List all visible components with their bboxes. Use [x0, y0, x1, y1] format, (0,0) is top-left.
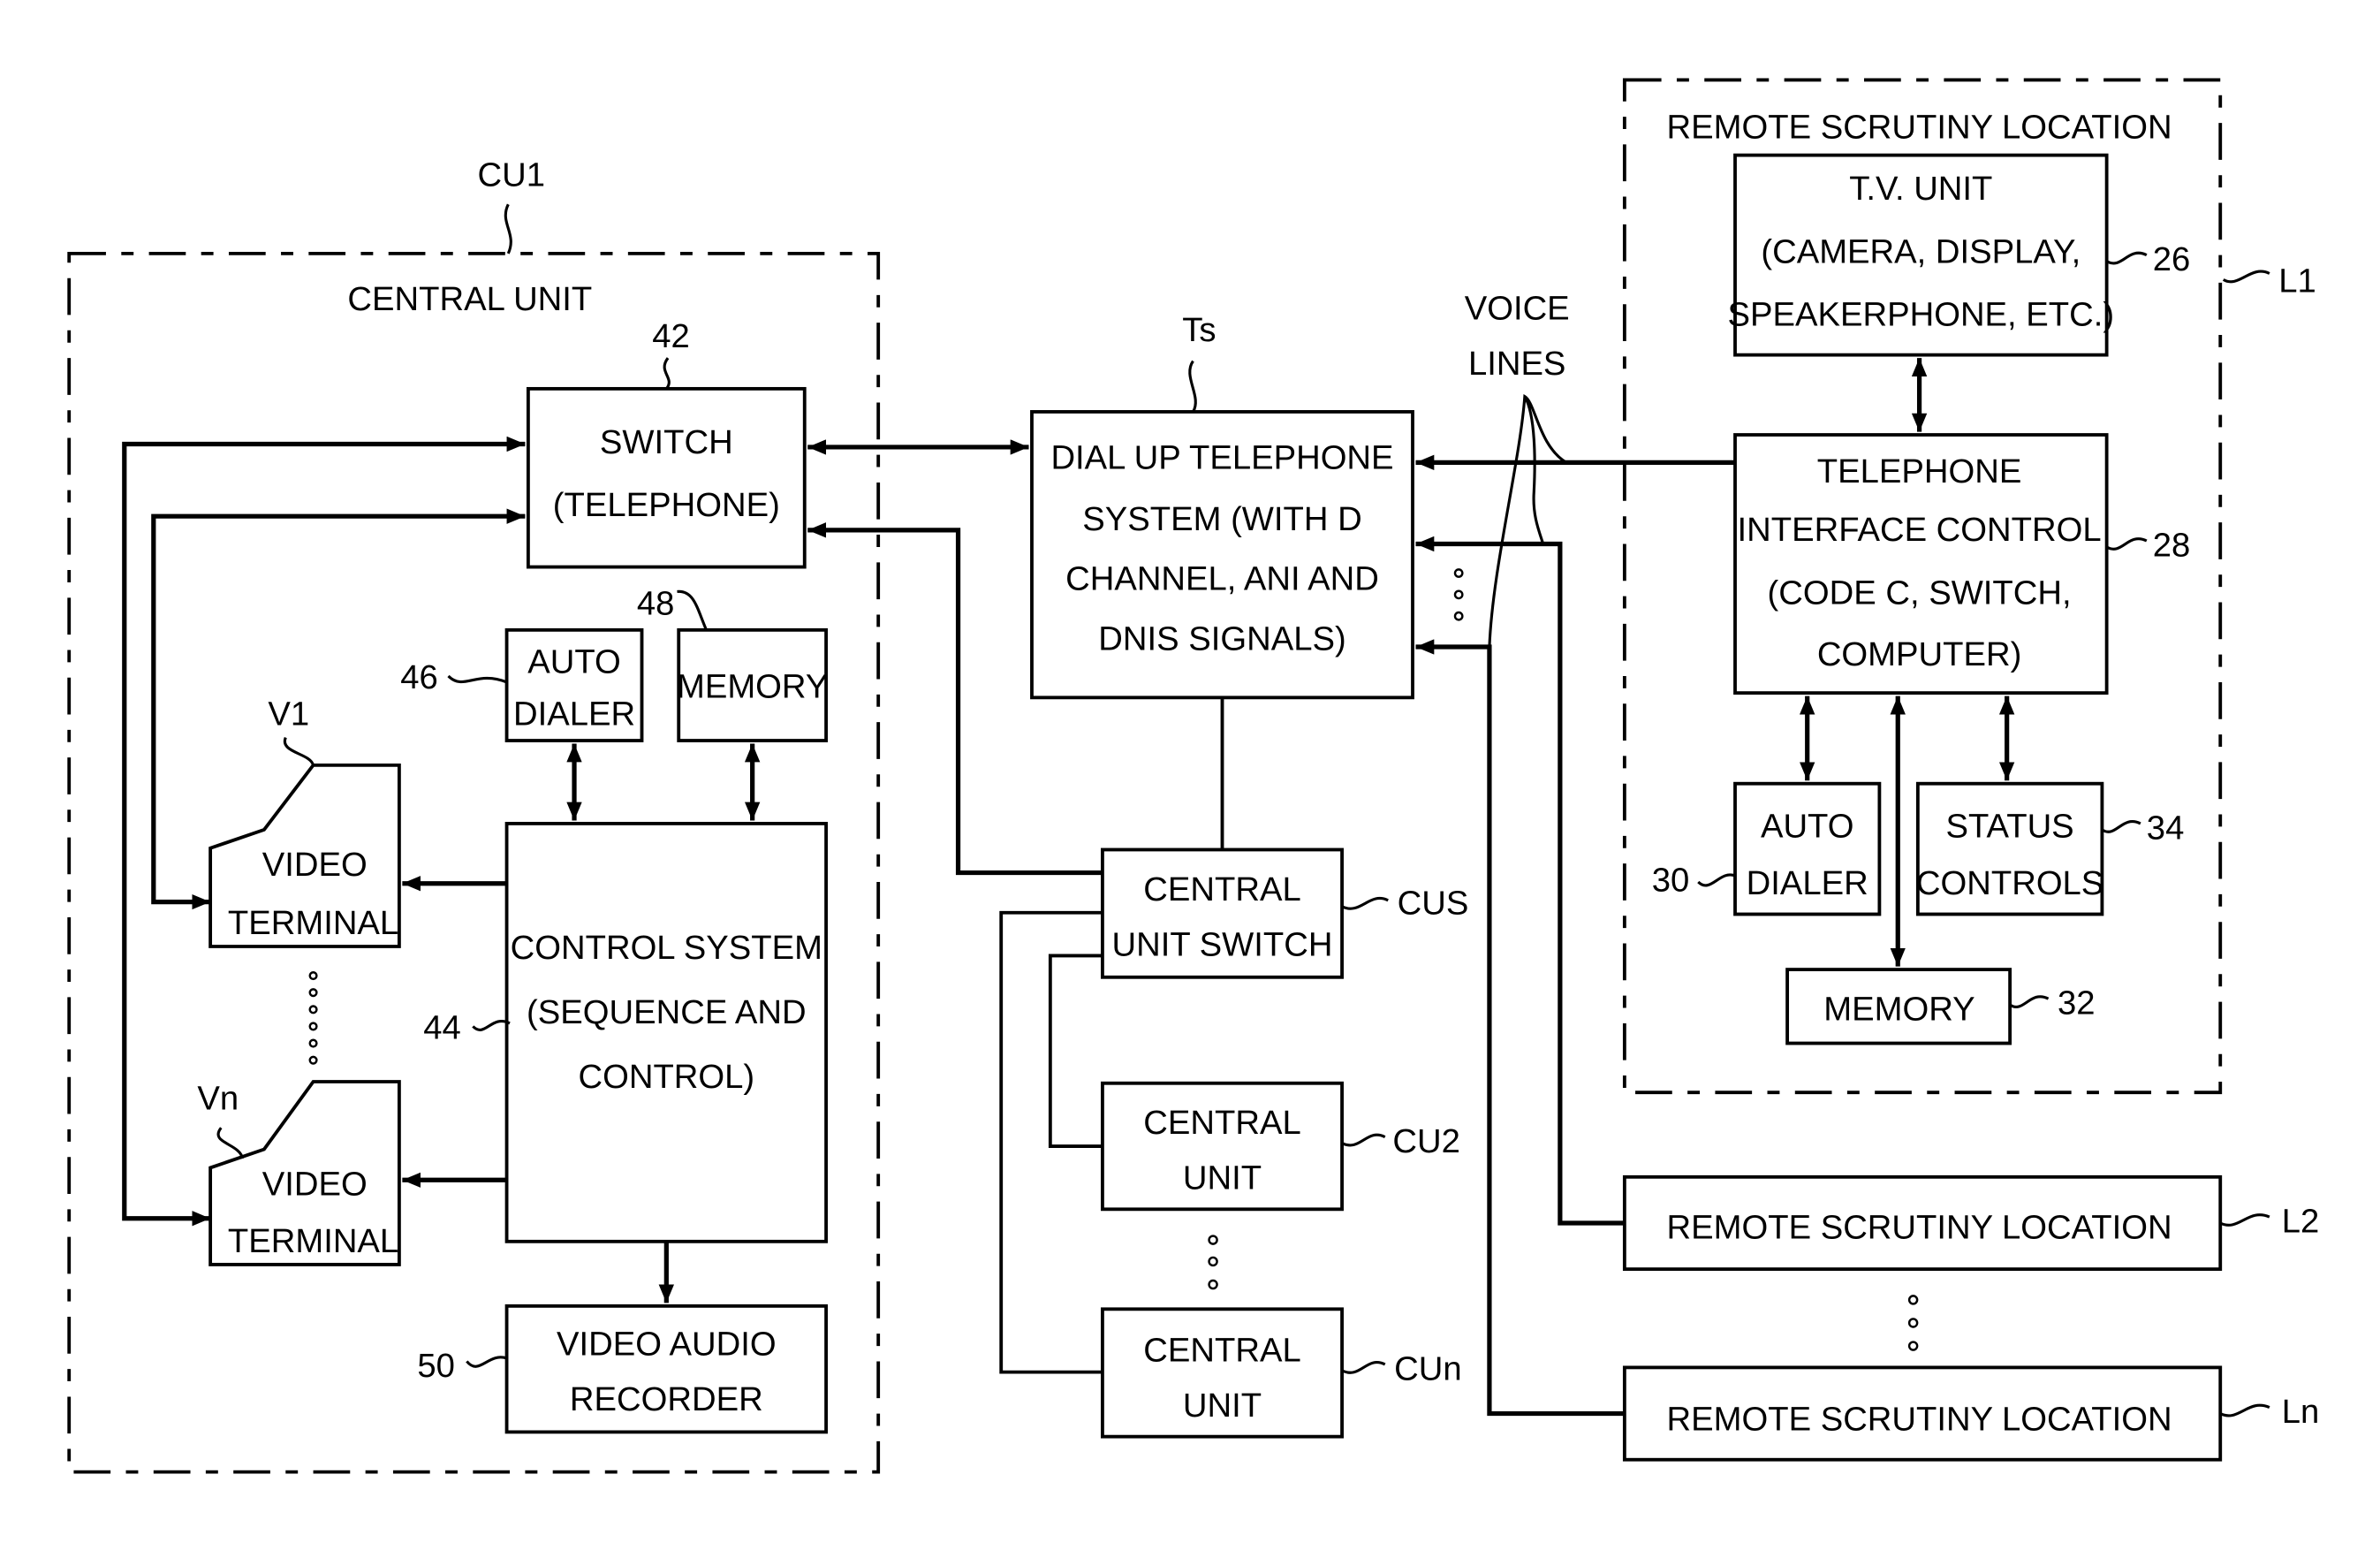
auto-dialer-46-ref: 46 [400, 658, 438, 696]
control-system-leader [472, 1020, 511, 1031]
telephone-system-line3: CHANNEL, ANI AND [1065, 560, 1379, 598]
interface-control-line4: COMPUTER) [1817, 635, 2021, 673]
cun-ref: CUn [1394, 1349, 1461, 1387]
status-controls-line2: CONTROLS [1916, 864, 2103, 902]
interface-control-leader [2105, 537, 2148, 551]
cus-ref: CUS [1398, 884, 1469, 922]
tv-unit-line1: T.V. UNIT [1849, 170, 1992, 208]
remote-location-1-group: REMOTE SCRUTINY LOCATION L1 T.V. UNIT (C… [1622, 78, 2316, 1095]
voice-lines-ellipsis [1453, 568, 1464, 621]
cu2-ref: CU2 [1392, 1122, 1459, 1160]
status-controls-leader [2101, 820, 2141, 833]
control-system-line2: (SEQUENCE AND [527, 993, 807, 1031]
video-terminal-v1-ref: V1 [268, 695, 309, 733]
auto-dialer-30-ref: 30 [1652, 861, 1690, 899]
remote-location-2-label: REMOTE SCRUTINY LOCATION [1667, 1208, 2172, 1246]
central-unit-group: CU1 CENTRAL UNIT 42 SWITCH (TELEPHONE) A… [67, 156, 881, 1474]
video-terminal-vn-line1: VIDEO [262, 1166, 368, 1204]
cu2-line1: CENTRAL [1143, 1104, 1300, 1142]
switch-ref-label: 42 [652, 317, 690, 355]
memory-32-leader [2009, 995, 2050, 1008]
remote-location-n-group: REMOTE SCRUTINY LOCATION Ln [1622, 1365, 2320, 1462]
central-unit-switch-group: CENTRAL UNIT SWITCH CUS CENTRAL UNIT CU2… [999, 847, 1469, 1439]
interface-control-line2: INTERFACE CONTROL [1738, 511, 2102, 549]
auto-dialer-30-line2: DIALER [1747, 864, 1868, 902]
auto-dialer-30-line1: AUTO [1761, 808, 1854, 846]
tv-unit-line3: SPEAKERPHONE, ETC.) [1728, 296, 2115, 334]
cus-to-cu2-link [1048, 954, 1103, 1148]
voice-lines-brace [1488, 393, 1567, 648]
voice-line-ln [1415, 639, 1625, 1417]
remote-location-1-ref: L1 [2278, 262, 2316, 300]
tv-unit-ref: 26 [2153, 240, 2191, 278]
tv-unit-leader [2105, 251, 2148, 265]
switch-label-line2: (TELEPHONE) [553, 486, 780, 524]
memory-32-label: MEMORY [1823, 990, 1974, 1028]
cus-leader [1341, 897, 1389, 910]
video-terminal-vn-ref: Vn [197, 1079, 239, 1117]
status-controls-line1: STATUS [1946, 808, 2074, 846]
telephone-system-line1: DIAL UP TELEPHONE [1050, 438, 1393, 476]
switch-telephone-box [526, 386, 807, 569]
system-block-diagram: CU1 CENTRAL UNIT 42 SWITCH (TELEPHONE) A… [67, 78, 2320, 1474]
central-unit-ref-leader [504, 203, 512, 255]
cus-line1: CENTRAL [1143, 870, 1300, 908]
voice-lines-line1: VOICE [1465, 290, 1570, 328]
telephone-system-line4: DNIS SIGNALS) [1098, 619, 1345, 657]
telephone-system-group: DIAL UP TELEPHONE SYSTEM (WITH D CHANNEL… [1030, 311, 1414, 700]
telephone-system-line2: SYSTEM (WITH D [1082, 500, 1361, 538]
tv-unit-line2: (CAMERA, DISPLAY, [1761, 232, 2081, 270]
cun-line1: CENTRAL [1143, 1331, 1300, 1369]
central-unit-ellipsis [1208, 1235, 1218, 1290]
video-terminal-v1-line2: TERMINAL [228, 904, 398, 942]
control-system-line3: CONTROL) [579, 1058, 755, 1096]
remote-location-n-ref: Ln [2282, 1393, 2320, 1431]
video-terminal-v1-leader [283, 736, 315, 766]
memory-48-label: MEMORY [677, 667, 828, 705]
control-system-ref: 44 [423, 1008, 461, 1046]
memory-48-leader [677, 589, 708, 631]
cu2-leader [1341, 1133, 1386, 1147]
remote-location-ellipsis [1907, 1295, 1919, 1351]
remote-location-2-leader [2219, 1213, 2270, 1227]
remote-location-2-ref: L2 [2282, 1202, 2320, 1240]
auto-dialer-46-line1: AUTO [527, 643, 621, 681]
telephone-system-ref: Ts [1182, 311, 1216, 349]
auto-dialer-30-leader [1697, 873, 1736, 887]
central-unit-title: CENTRAL UNIT [347, 280, 592, 318]
video-terminal-vn-line2: TERMINAL [228, 1222, 398, 1260]
control-system-box [504, 822, 828, 1243]
remote-location-2-group: REMOTE SCRUTINY LOCATION L2 [1622, 1174, 2320, 1272]
memory-48-ref: 48 [637, 584, 675, 622]
remote-location-1-title: REMOTE SCRUTINY LOCATION [1667, 108, 2172, 146]
cun-line2: UNIT [1183, 1387, 1262, 1425]
recorder-ref: 50 [417, 1347, 455, 1385]
switch-ref-leader [663, 357, 671, 390]
terminal-ellipsis [308, 971, 318, 1065]
auto-dialer-46-line2: DIALER [513, 695, 635, 733]
video-terminal-v1-line1: VIDEO [262, 846, 368, 884]
switch-label-line1: SWITCH [600, 423, 733, 461]
interface-control-line1: TELEPHONE [1817, 452, 2022, 490]
remote-location-n-label: REMOTE SCRUTINY LOCATION [1667, 1401, 2172, 1439]
cus-line2: UNIT SWITCH [1112, 925, 1333, 963]
central-unit-ref-label: CU1 [478, 156, 545, 194]
recorder-leader [466, 1356, 508, 1368]
auto-dialer-46-leader [447, 674, 508, 684]
control-system-line1: CONTROL SYSTEM [511, 929, 822, 967]
cun-leader [1341, 1361, 1386, 1374]
video-terminal-vn-leader [216, 1127, 245, 1159]
memory-32-ref: 32 [2058, 984, 2096, 1022]
status-controls-ref: 34 [2147, 809, 2185, 847]
remote-location-n-leader [2219, 1403, 2270, 1417]
recorder-line1: VIDEO AUDIO [557, 1325, 777, 1363]
voice-lines-line2: LINES [1468, 345, 1565, 383]
interface-control-line3: (CODE C, SWITCH, [1768, 574, 2072, 612]
interface-control-ref: 28 [2153, 526, 2191, 564]
telephone-system-leader [1188, 360, 1197, 413]
remote-location-1-leader [2222, 270, 2270, 284]
recorder-line2: RECORDER [570, 1380, 763, 1418]
cu2-line2: UNIT [1183, 1159, 1262, 1197]
